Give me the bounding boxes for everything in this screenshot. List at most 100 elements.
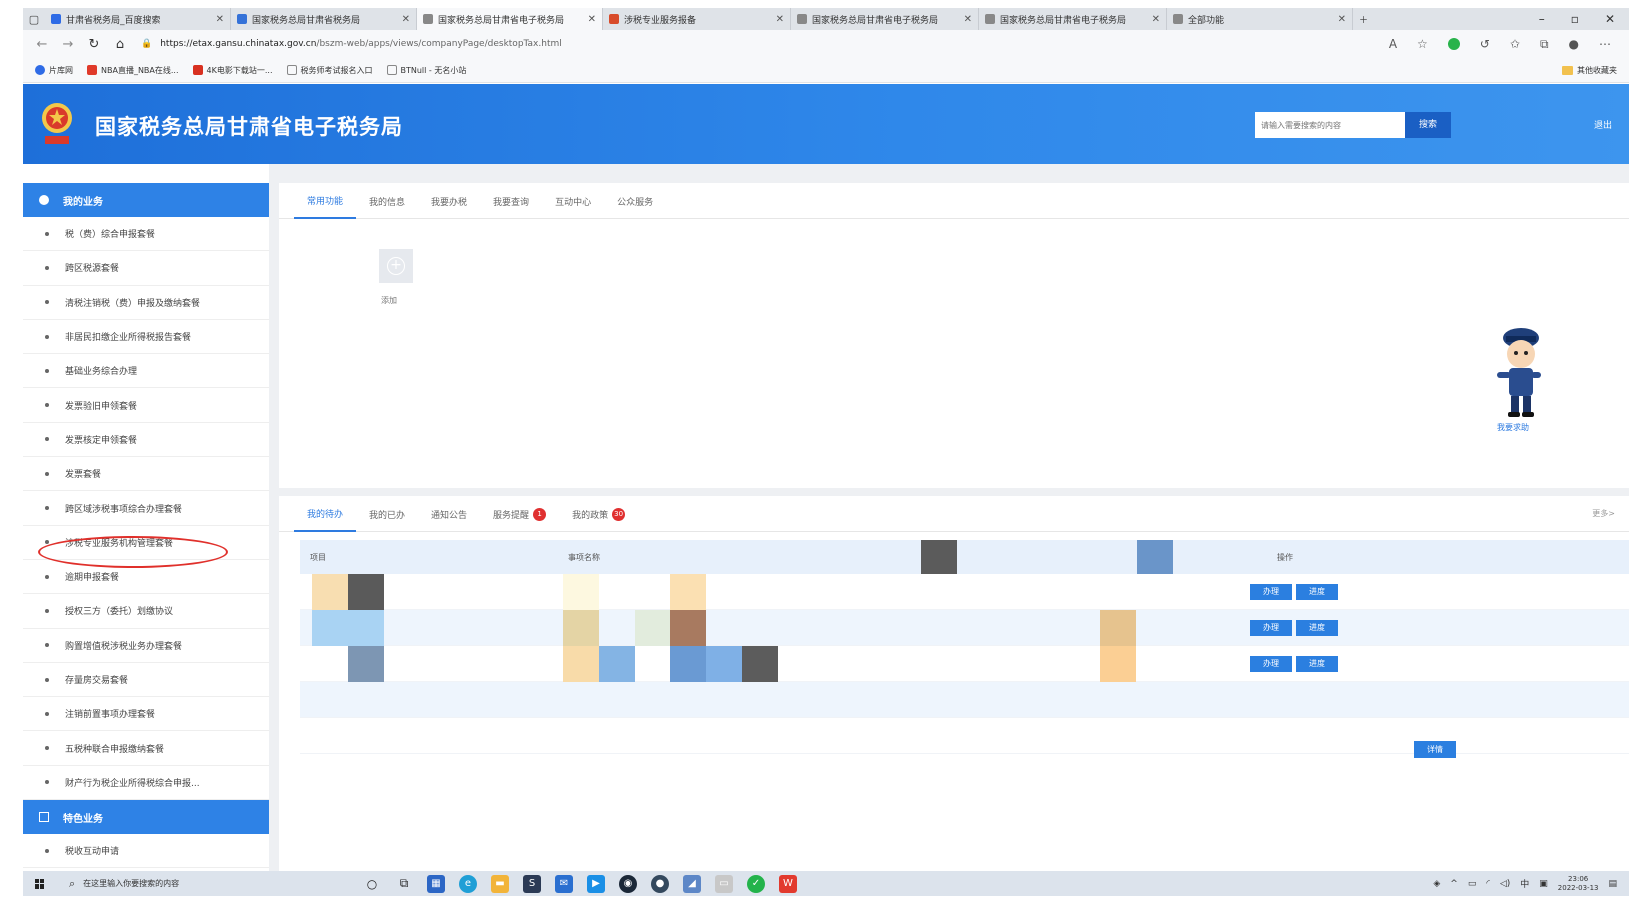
browser-tab-active[interactable]: 国家税务总局甘肃省电子税务局 ✕: [417, 8, 603, 30]
wps-icon[interactable]: W: [779, 874, 797, 893]
steam-icon[interactable]: ◉: [619, 874, 637, 893]
read-aloud-icon[interactable]: A: [1389, 37, 1397, 51]
tab-close-icon[interactable]: ✕: [1338, 14, 1346, 25]
other-bookmarks[interactable]: 其他收藏夹: [1562, 65, 1617, 76]
more-menu-icon[interactable]: ⋯: [1599, 37, 1611, 51]
sidebar-item[interactable]: 跨区税源套餐: [23, 251, 269, 286]
maximize-icon[interactable]: ▫: [1571, 12, 1579, 26]
mascot-helper-icon[interactable]: [1491, 320, 1547, 420]
tab-actions-icon[interactable]: ▢: [23, 13, 45, 26]
favorite-star-icon[interactable]: ☆: [1417, 37, 1428, 51]
start-button[interactable]: [23, 878, 57, 889]
network-icon[interactable]: ◜: [1486, 879, 1490, 889]
app-icon[interactable]: ◢: [683, 874, 701, 893]
sidebar-item[interactable]: 购置增值税涉税业务办理套餐: [23, 629, 269, 663]
sidebar-item[interactable]: 非居民扣缴企业所得税报告套餐: [23, 320, 269, 355]
browser-tab[interactable]: 涉税专业服务报备 ✕: [603, 8, 791, 30]
tab-my-info[interactable]: 我的信息: [356, 183, 418, 219]
sidebar-item[interactable]: 发票核定申领套餐: [23, 423, 269, 458]
tab-my-policy[interactable]: 我的政策 30: [559, 496, 638, 532]
tab-public-service[interactable]: 公众服务: [604, 183, 666, 219]
sidebar-item[interactable]: 跨区域涉税事项综合办理套餐: [23, 491, 269, 526]
new-tab-button[interactable]: ＋: [1353, 8, 1379, 30]
tab-close-icon[interactable]: ✕: [964, 14, 972, 25]
ime-mode-icon[interactable]: ▣: [1539, 879, 1548, 889]
sidebar-item-highlighted[interactable]: 涉税专业服务机构管理套餐: [23, 526, 269, 560]
sidebar-item[interactable]: 存量房交易套餐: [23, 663, 269, 698]
tab-close-icon[interactable]: ✕: [776, 14, 784, 25]
taskbar-search[interactable]: ⌕ 在这里输入你要搜索的内容: [57, 871, 337, 896]
browser-tab[interactable]: 国家税务总局甘肃省税务局 ✕: [231, 8, 417, 30]
browser-tab[interactable]: 国家税务总局甘肃省电子税务局 ✕: [979, 8, 1167, 30]
tab-close-icon[interactable]: ✕: [402, 14, 410, 25]
ime-indicator[interactable]: 中: [1520, 877, 1529, 890]
mail-icon[interactable]: ✉: [555, 874, 573, 893]
site-search-button[interactable]: 搜索: [1405, 112, 1451, 138]
add-function-button[interactable]: +: [379, 249, 413, 283]
url-field[interactable]: 🔒 https://etax.gansu.chinatax.gov.cn/bsz…: [141, 39, 1191, 49]
close-window-icon[interactable]: ✕: [1605, 12, 1615, 26]
handle-button[interactable]: 办理: [1250, 656, 1292, 672]
progress-button[interactable]: 进度: [1296, 584, 1338, 600]
browser-tab[interactable]: 甘肃省税务局_百度搜索 ✕: [45, 8, 231, 30]
bookmark-item[interactable]: 税务师考试报名入口: [286, 65, 373, 76]
more-link[interactable]: 更多>: [1592, 508, 1615, 519]
handle-button[interactable]: 办理: [1250, 584, 1292, 600]
detail-button[interactable]: 详情: [1414, 741, 1456, 758]
bookmark-item[interactable]: NBA直播_NBA在线...: [87, 65, 179, 76]
sidebar-section-featured[interactable]: 特色业务: [23, 800, 269, 835]
browser-tab[interactable]: 全部功能 ✕: [1167, 8, 1353, 30]
home-icon[interactable]: ⌂: [107, 37, 133, 52]
sidebar-item[interactable]: 清税注销税（费）申报及缴纳套餐: [23, 286, 269, 320]
tab-close-icon[interactable]: ✕: [216, 14, 224, 25]
sidebar-section-my-business[interactable]: 我的业务: [23, 183, 269, 217]
back-icon[interactable]: ←: [29, 37, 55, 52]
cortana-icon[interactable]: ○: [363, 875, 381, 893]
sidebar-item[interactable]: 税收互动申请: [23, 834, 269, 869]
collections-icon[interactable]: ⧉: [1540, 37, 1549, 52]
file-explorer-icon[interactable]: ▬: [491, 874, 509, 893]
tab-interaction[interactable]: 互动中心: [542, 183, 604, 219]
site-search-input[interactable]: [1255, 112, 1405, 138]
tab-service-reminder[interactable]: 服务提醒 1: [480, 496, 559, 532]
task-view-icon[interactable]: ⧉: [395, 875, 413, 893]
app-icon[interactable]: ▭: [715, 874, 733, 893]
tab-common[interactable]: 常用功能: [294, 183, 357, 219]
tab-my-done[interactable]: 我的已办: [356, 496, 418, 532]
sidebar-item[interactable]: 逾期申报套餐: [23, 560, 269, 595]
sidebar-item[interactable]: 基础业务综合办理: [23, 354, 269, 389]
volume-icon[interactable]: ◁): [1500, 879, 1510, 889]
app-icon[interactable]: ●: [651, 874, 669, 893]
tray-app-icon[interactable]: ◈: [1433, 879, 1440, 889]
progress-button[interactable]: 进度: [1296, 620, 1338, 636]
refresh-extension-icon[interactable]: ↺: [1480, 37, 1490, 51]
chevron-up-icon[interactable]: ^: [1450, 879, 1458, 889]
tab-query[interactable]: 我要查询: [480, 183, 542, 219]
sidebar-item[interactable]: 发票验旧申领套餐: [23, 388, 269, 423]
sidebar-item[interactable]: 注销前置事项办理套餐: [23, 697, 269, 732]
progress-button[interactable]: 进度: [1296, 656, 1338, 672]
tab-my-todo[interactable]: 我的待办: [294, 496, 357, 532]
refresh-icon[interactable]: ↻: [81, 37, 107, 52]
sidebar-item[interactable]: 发票套餐: [23, 457, 269, 492]
edge-browser-icon[interactable]: e: [459, 874, 477, 893]
bookmark-item[interactable]: BTNull - 无名小站: [386, 65, 466, 76]
tab-notices[interactable]: 通知公告: [418, 496, 480, 532]
favorites-icon[interactable]: ✩: [1510, 37, 1520, 51]
handle-button[interactable]: 办理: [1250, 620, 1292, 636]
sidebar-item[interactable]: 授权三方（委托）划缴协议: [23, 594, 269, 629]
tab-tax-handling[interactable]: 我要办税: [418, 183, 480, 219]
notification-icon[interactable]: ▤: [1608, 879, 1617, 889]
profile-icon[interactable]: ●: [1569, 37, 1579, 51]
sidebar-item[interactable]: 税（费）综合申报套餐: [23, 217, 269, 252]
bookmark-item[interactable]: 4K电影下载站一...: [192, 65, 273, 76]
clock[interactable]: 23:06 2022-03-13: [1558, 875, 1599, 893]
forward-icon[interactable]: →: [55, 37, 81, 52]
battery-icon[interactable]: ▭: [1468, 879, 1477, 889]
help-link[interactable]: 我要求助: [1497, 422, 1529, 433]
minimize-icon[interactable]: –: [1539, 12, 1545, 26]
extension-icon[interactable]: [1447, 38, 1460, 50]
app-icon[interactable]: S: [523, 874, 541, 893]
browser-tab[interactable]: 国家税务总局甘肃省电子税务局 ✕: [791, 8, 979, 30]
sidebar-item[interactable]: 财产行为税企业所得税综合申报...: [23, 766, 269, 801]
